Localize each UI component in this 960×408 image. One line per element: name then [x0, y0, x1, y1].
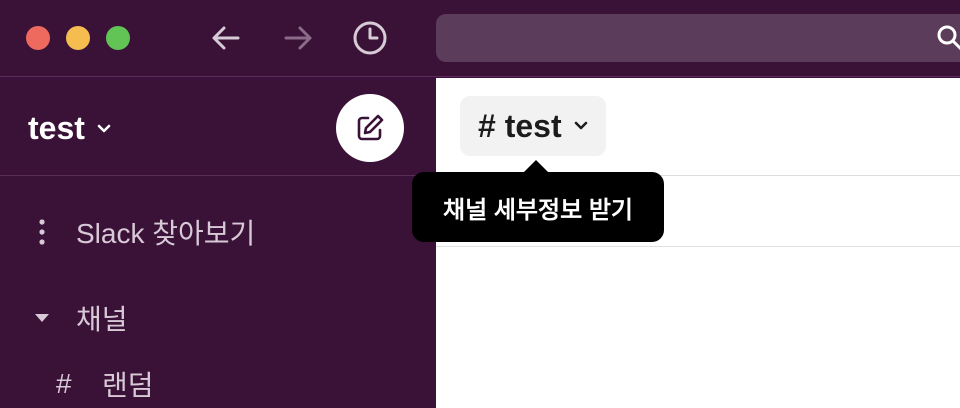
channel-header: # test [436, 78, 960, 176]
hash-icon: # [56, 368, 72, 399]
clock-icon [353, 21, 387, 55]
channel-title: # test [478, 107, 562, 144]
workspace-menu-button[interactable]: test [28, 110, 111, 147]
compose-icon [357, 114, 384, 141]
chevron-down-icon [97, 124, 111, 132]
main-pane: # test [436, 78, 960, 408]
tooltip: 채널 세부정보 받기 [412, 172, 664, 242]
forward-button[interactable] [280, 20, 316, 56]
search-icon [937, 25, 960, 51]
title-bar [0, 0, 960, 77]
window-close-button[interactable] [26, 26, 50, 50]
tooltip-text: 채널 세부정보 받기 [443, 196, 633, 224]
history-button[interactable] [352, 20, 388, 56]
channel-details-button[interactable]: # test [460, 96, 606, 156]
window-minimize-button[interactable] [66, 26, 90, 50]
sidebar-item-label: 랜덤 [102, 370, 154, 401]
divider [436, 246, 960, 247]
sidebar-item-label: 채널 [76, 304, 128, 335]
sidebar-item-label: Slack 찾아보기 [76, 218, 256, 249]
chevron-down-icon [574, 121, 587, 130]
workspace-header: test [0, 78, 436, 176]
arrow-left-icon [212, 26, 240, 50]
more-vertical-icon [28, 218, 56, 246]
sidebar-item-channel-random[interactable]: # 랜덤 [0, 362, 436, 406]
search-input[interactable] [436, 14, 960, 62]
workspace-name: test [28, 110, 85, 146]
caret-down-icon [28, 312, 56, 324]
sidebar-item-browse-slack[interactable]: Slack 찾아보기 [0, 210, 436, 254]
sidebar: test Slack 찾아보기 채널 # 랜덤 [0, 78, 436, 408]
compose-button[interactable] [336, 94, 404, 162]
sidebar-section-channels[interactable]: 채널 [0, 296, 436, 340]
window-zoom-button[interactable] [106, 26, 130, 50]
arrow-right-icon [284, 26, 312, 50]
back-button[interactable] [208, 20, 244, 56]
